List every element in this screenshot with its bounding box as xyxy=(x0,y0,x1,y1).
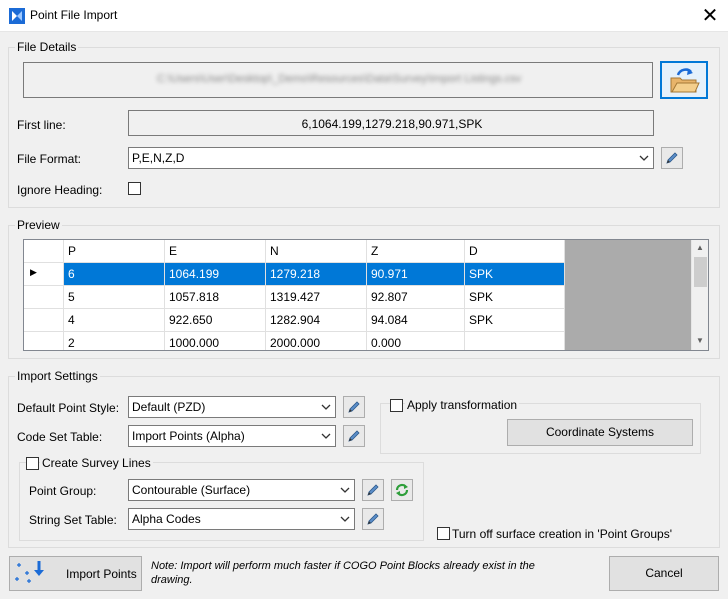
table-cell[interactable]: 2 xyxy=(64,332,165,350)
turn-off-surface-checkbox[interactable] xyxy=(437,527,450,540)
table-cell[interactable]: 5 xyxy=(64,286,165,309)
edit-point-group-button[interactable] xyxy=(362,479,384,501)
column-header[interactable]: N xyxy=(266,240,367,263)
column-header[interactable]: D xyxy=(465,240,565,263)
chevron-down-icon xyxy=(321,433,331,439)
point-group-combo[interactable]: Contourable (Surface) xyxy=(128,479,355,501)
first-line-label: First line: xyxy=(17,118,66,132)
table-cell[interactable]: 1000.000 xyxy=(165,332,266,350)
open-folder-icon xyxy=(670,68,700,93)
turn-off-surface-label: Turn off surface creation in 'Point Grou… xyxy=(452,527,673,541)
table-cell[interactable]: SPK xyxy=(465,263,565,286)
table-cell[interactable]: 94.084 xyxy=(367,309,465,332)
import-settings-label: Import Settings xyxy=(15,369,100,383)
row-header-corner xyxy=(24,240,64,263)
edit-code-set-button[interactable] xyxy=(343,425,365,447)
string-set-table-label: String Set Table: xyxy=(29,513,117,527)
refresh-icon xyxy=(395,483,409,497)
string-set-table-value: Alpha Codes xyxy=(132,512,201,526)
point-group-value: Contourable (Surface) xyxy=(132,483,251,497)
file-path-text: C:\Users\User\Desktop\_Demo\Resources\Da… xyxy=(156,73,522,85)
ignore-heading-checkbox[interactable] xyxy=(128,182,141,195)
close-icon: ✕ xyxy=(701,5,719,27)
table-empty-area xyxy=(565,240,691,350)
default-point-style-combo[interactable]: Default (PZD) xyxy=(128,396,336,418)
pencil-icon xyxy=(367,513,379,525)
apply-transformation-label: Apply transformation xyxy=(405,398,520,412)
table-cell[interactable]: 1057.818 xyxy=(165,286,266,309)
first-line-field: 6,1064.199,1279.218,90.971,SPK xyxy=(128,110,654,136)
table-cell[interactable]: 90.971 xyxy=(367,263,465,286)
table-cell[interactable]: 6 xyxy=(64,263,165,286)
bricscad-logo-icon xyxy=(9,8,25,24)
chevron-down-icon xyxy=(321,404,331,410)
row-header[interactable] xyxy=(24,309,64,332)
code-set-table-label: Code Set Table: xyxy=(17,430,103,444)
pencil-icon xyxy=(666,152,678,164)
default-point-style-label: Default Point Style: xyxy=(17,401,120,415)
row-header[interactable] xyxy=(24,286,64,309)
preview-table[interactable]: P E N Z D ▶ 6 1064.199 1279.218 90.971 S… xyxy=(23,239,709,351)
table-cell[interactable]: 4 xyxy=(64,309,165,332)
column-header[interactable]: Z xyxy=(367,240,465,263)
scrollbar-thumb[interactable] xyxy=(694,257,707,287)
import-points-button[interactable]: Import Points xyxy=(9,556,142,591)
preview-label: Preview xyxy=(15,218,62,232)
create-survey-lines-checkbox[interactable] xyxy=(26,457,39,470)
file-format-combo[interactable]: P,E,N,Z,D xyxy=(128,147,654,169)
create-survey-lines-label: Create Survey Lines xyxy=(40,456,153,470)
file-details-label: File Details xyxy=(15,40,79,54)
code-set-table-combo[interactable]: Import Points (Alpha) xyxy=(128,425,336,447)
import-note: Note: Import will perform much faster if… xyxy=(151,560,535,586)
edit-file-format-button[interactable] xyxy=(661,147,683,169)
import-points-label: Import Points xyxy=(66,567,137,581)
scroll-down-icon[interactable]: ▼ xyxy=(696,336,704,345)
file-format-value: P,E,N,Z,D xyxy=(132,151,185,165)
edit-string-set-button[interactable] xyxy=(362,508,384,530)
edit-point-style-button[interactable] xyxy=(343,396,365,418)
pencil-icon xyxy=(348,401,360,413)
code-set-table-value: Import Points (Alpha) xyxy=(132,429,245,443)
table-cell[interactable]: 92.807 xyxy=(367,286,465,309)
scroll-up-icon[interactable]: ▲ xyxy=(696,243,704,252)
column-header[interactable]: E xyxy=(165,240,266,263)
table-cell[interactable]: 0.000 xyxy=(367,332,465,350)
default-point-style-value: Default (PZD) xyxy=(132,400,206,414)
point-group-label: Point Group: xyxy=(29,484,97,498)
cancel-button[interactable]: Cancel xyxy=(609,556,719,591)
chevron-down-icon xyxy=(340,516,350,522)
browse-file-button[interactable] xyxy=(660,61,708,99)
table-cell[interactable]: 2000.000 xyxy=(266,332,367,350)
table-cell[interactable]: SPK xyxy=(465,309,565,332)
table-cell[interactable]: 1064.199 xyxy=(165,263,266,286)
first-line-value: 6,1064.199,1279.218,90.971,SPK xyxy=(301,117,483,131)
pencil-icon xyxy=(367,484,379,496)
vertical-scrollbar[interactable]: ▲ ▼ xyxy=(691,240,708,350)
title-bar: Point File Import ✕ xyxy=(0,0,728,32)
table-cell[interactable]: 1319.427 xyxy=(266,286,367,309)
window-title: Point File Import xyxy=(30,8,118,22)
table-cell[interactable]: SPK xyxy=(465,286,565,309)
refresh-point-group-button[interactable] xyxy=(391,479,413,501)
import-points-icon xyxy=(15,561,44,583)
string-set-table-combo[interactable]: Alpha Codes xyxy=(128,508,355,530)
file-path-field: C:\Users\User\Desktop\_Demo\Resources\Da… xyxy=(23,62,653,98)
table-cell[interactable] xyxy=(465,332,565,350)
row-header[interactable]: ▶ xyxy=(24,263,64,286)
close-button[interactable]: ✕ xyxy=(696,3,724,29)
table-cell[interactable]: 1282.904 xyxy=(266,309,367,332)
column-header[interactable]: P xyxy=(64,240,165,263)
table-cell[interactable]: 1279.218 xyxy=(266,263,367,286)
chevron-down-icon xyxy=(639,155,649,161)
current-row-marker-icon: ▶ xyxy=(30,267,37,277)
ignore-heading-label: Ignore Heading: xyxy=(17,183,103,197)
pencil-icon xyxy=(348,430,360,442)
coordinate-systems-button[interactable]: Coordinate Systems xyxy=(507,419,693,446)
apply-transformation-checkbox[interactable] xyxy=(390,399,403,412)
table-cell[interactable]: 922.650 xyxy=(165,309,266,332)
file-format-label: File Format: xyxy=(17,152,82,166)
row-header[interactable] xyxy=(24,332,64,350)
chevron-down-icon xyxy=(340,487,350,493)
